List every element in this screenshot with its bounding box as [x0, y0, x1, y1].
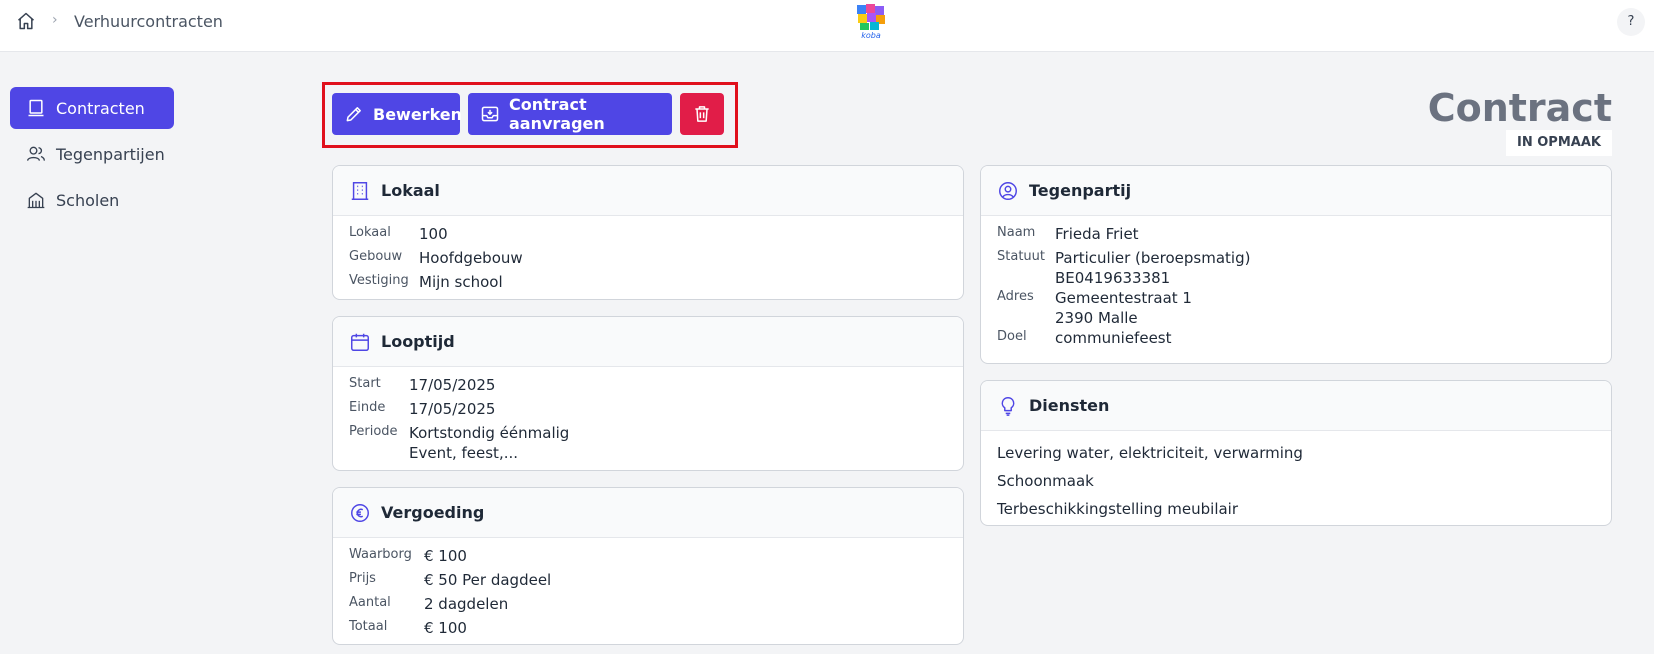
- row-label: Adres: [997, 289, 1034, 304]
- row-value: € 50 Per dagdeel: [424, 571, 552, 589]
- sidebar-item-label: Scholen: [56, 190, 120, 210]
- chevron-right-icon: ›: [52, 12, 58, 28]
- delete-button[interactable]: [680, 93, 724, 135]
- logo-text: koba: [861, 31, 881, 40]
- info-row: Statuut Particulier (beroepsmatig) BE04196…: [981, 248, 1611, 288]
- card-header: Vergoeding: [333, 488, 963, 538]
- row-label: Prijs: [349, 571, 376, 586]
- row-label: Gebouw: [349, 249, 403, 264]
- edit-label: Bewerken: [373, 104, 463, 124]
- row-value: 100: [419, 225, 448, 243]
- card-title: Looptijd: [381, 332, 455, 351]
- row-value: 17/05/2025: [409, 400, 496, 418]
- service-item: Terbeschikkingstelling meubilair: [997, 500, 1239, 518]
- card-title: Lokaal: [381, 181, 440, 200]
- row-label: Totaal: [349, 619, 388, 634]
- info-row: Doel communiefeest: [981, 328, 1611, 352]
- info-row: Start 17/05/2025: [333, 375, 963, 399]
- info-row: Lokaal 100: [333, 224, 963, 248]
- row-label: Statuut: [997, 249, 1045, 264]
- info-row: Periode Kortstondig éénmalig Event, feest,…: [333, 423, 963, 463]
- school-icon: [27, 192, 45, 209]
- row-value: Frieda Friet: [1055, 225, 1139, 243]
- row-label: Doel: [997, 329, 1027, 344]
- status-badge: IN OPMAAK: [1506, 130, 1612, 156]
- request-contract-button[interactable]: Contract aanvragen: [468, 93, 672, 135]
- card-title: Diensten: [1029, 396, 1110, 415]
- row-value-line: 2390 Malle: [1055, 309, 1138, 327]
- service-item: Schoonmaak: [997, 472, 1094, 490]
- document-icon: [28, 99, 44, 117]
- row-label: Lokaal: [349, 225, 391, 240]
- info-row: Adres Gemeentestraat 1 2390 Malle: [981, 288, 1611, 328]
- row-value-line: BE0419633381: [1055, 269, 1171, 287]
- sidebar-item-label: Tegenpartijen: [56, 144, 165, 164]
- lokaal-card: Lokaal Lokaal 100 Gebouw Hoofdgebouw Vesti…: [332, 165, 964, 300]
- inbox-download-icon: [481, 106, 499, 122]
- row-label: Start: [349, 376, 381, 391]
- row-value: communiefeest: [1055, 329, 1172, 347]
- sidebar-item-tegenpartijen[interactable]: Tegenpartijen: [10, 133, 174, 175]
- row-value: Mijn school: [419, 273, 503, 291]
- info-row: Aantal 2 dagdelen: [333, 594, 963, 618]
- home-icon[interactable]: [16, 11, 36, 31]
- row-label: Einde: [349, 400, 386, 415]
- tegenpartij-card: Tegenpartij Naam Frieda Friet Statuut Part…: [980, 165, 1612, 364]
- page-title: Contract: [1427, 86, 1612, 130]
- building-icon: [351, 181, 369, 200]
- card-header: Diensten: [981, 381, 1611, 431]
- info-row: Gebouw Hoofdgebouw: [333, 248, 963, 272]
- row-label: Waarborg: [349, 547, 412, 562]
- row-value-line: Kortstondig éénmalig: [409, 424, 570, 442]
- row-value-line: Gemeentestraat 1: [1055, 289, 1192, 307]
- row-value: Kortstondig éénmalig Event, feest,...: [409, 423, 569, 463]
- vergoeding-card: Vergoeding Waarborg € 100 Prijs € 50 Per d…: [332, 487, 964, 645]
- info-row: Einde 17/05/2025: [333, 399, 963, 423]
- pencil-icon: [346, 107, 361, 122]
- info-row: Prijs € 50 Per dagdeel: [333, 570, 963, 594]
- info-row: Waarborg € 100: [333, 546, 963, 570]
- service-item: Levering water, elektriciteit, verwarmin…: [997, 444, 1303, 462]
- row-value: Gemeentestraat 1 2390 Malle: [1055, 288, 1192, 328]
- edit-button[interactable]: Bewerken: [332, 93, 463, 135]
- diensten-card: Diensten Levering water, elektriciteit, …: [980, 380, 1612, 526]
- row-label: Aantal: [349, 595, 391, 610]
- lightbulb-icon: [1001, 396, 1015, 416]
- koba-logo: koba: [854, 2, 888, 40]
- row-value: 2 dagdelen: [424, 595, 509, 613]
- card-title: Vergoeding: [381, 503, 485, 522]
- calendar-icon: [351, 333, 369, 351]
- top-bar: › Verhuurcontracten koba ?: [0, 0, 1654, 52]
- looptijd-card: Looptijd Start 17/05/2025 Einde 17/05/2025…: [332, 316, 964, 471]
- euro-icon: [351, 503, 369, 522]
- info-row: Vestiging Mijn school: [333, 272, 963, 296]
- card-header: Tegenpartij: [981, 166, 1611, 216]
- trash-icon: [695, 106, 709, 122]
- row-label: Naam: [997, 225, 1036, 240]
- user-circle-icon: [999, 181, 1017, 200]
- card-title: Tegenpartij: [1029, 181, 1132, 200]
- sidebar-item-label: Contracten: [56, 98, 145, 118]
- row-value-line: Particulier (beroepsmatig): [1055, 249, 1251, 267]
- row-value: € 100: [424, 547, 467, 565]
- sidebar-item-scholen[interactable]: Scholen: [10, 179, 174, 221]
- breadcrumb-current[interactable]: Verhuurcontracten: [74, 12, 223, 31]
- row-value-line: Event, feest,...: [409, 444, 519, 462]
- row-value: Particulier (beroepsmatig) BE0419633381: [1055, 248, 1250, 288]
- card-header: Lokaal: [333, 166, 963, 216]
- row-label: Periode: [349, 424, 398, 439]
- sidebar-item-contracten[interactable]: Contracten: [10, 87, 174, 129]
- row-value: € 100: [424, 619, 467, 637]
- info-row: Naam Frieda Friet: [981, 224, 1611, 248]
- row-label: Vestiging: [349, 273, 409, 288]
- help-button[interactable]: ?: [1617, 8, 1645, 36]
- info-row: Totaal € 100: [333, 618, 963, 642]
- users-icon: [27, 146, 45, 161]
- card-header: Looptijd: [333, 317, 963, 367]
- request-contract-label: Contract aanvragen: [509, 95, 605, 133]
- row-value: 17/05/2025: [409, 376, 496, 394]
- row-value: Hoofdgebouw: [419, 249, 523, 267]
